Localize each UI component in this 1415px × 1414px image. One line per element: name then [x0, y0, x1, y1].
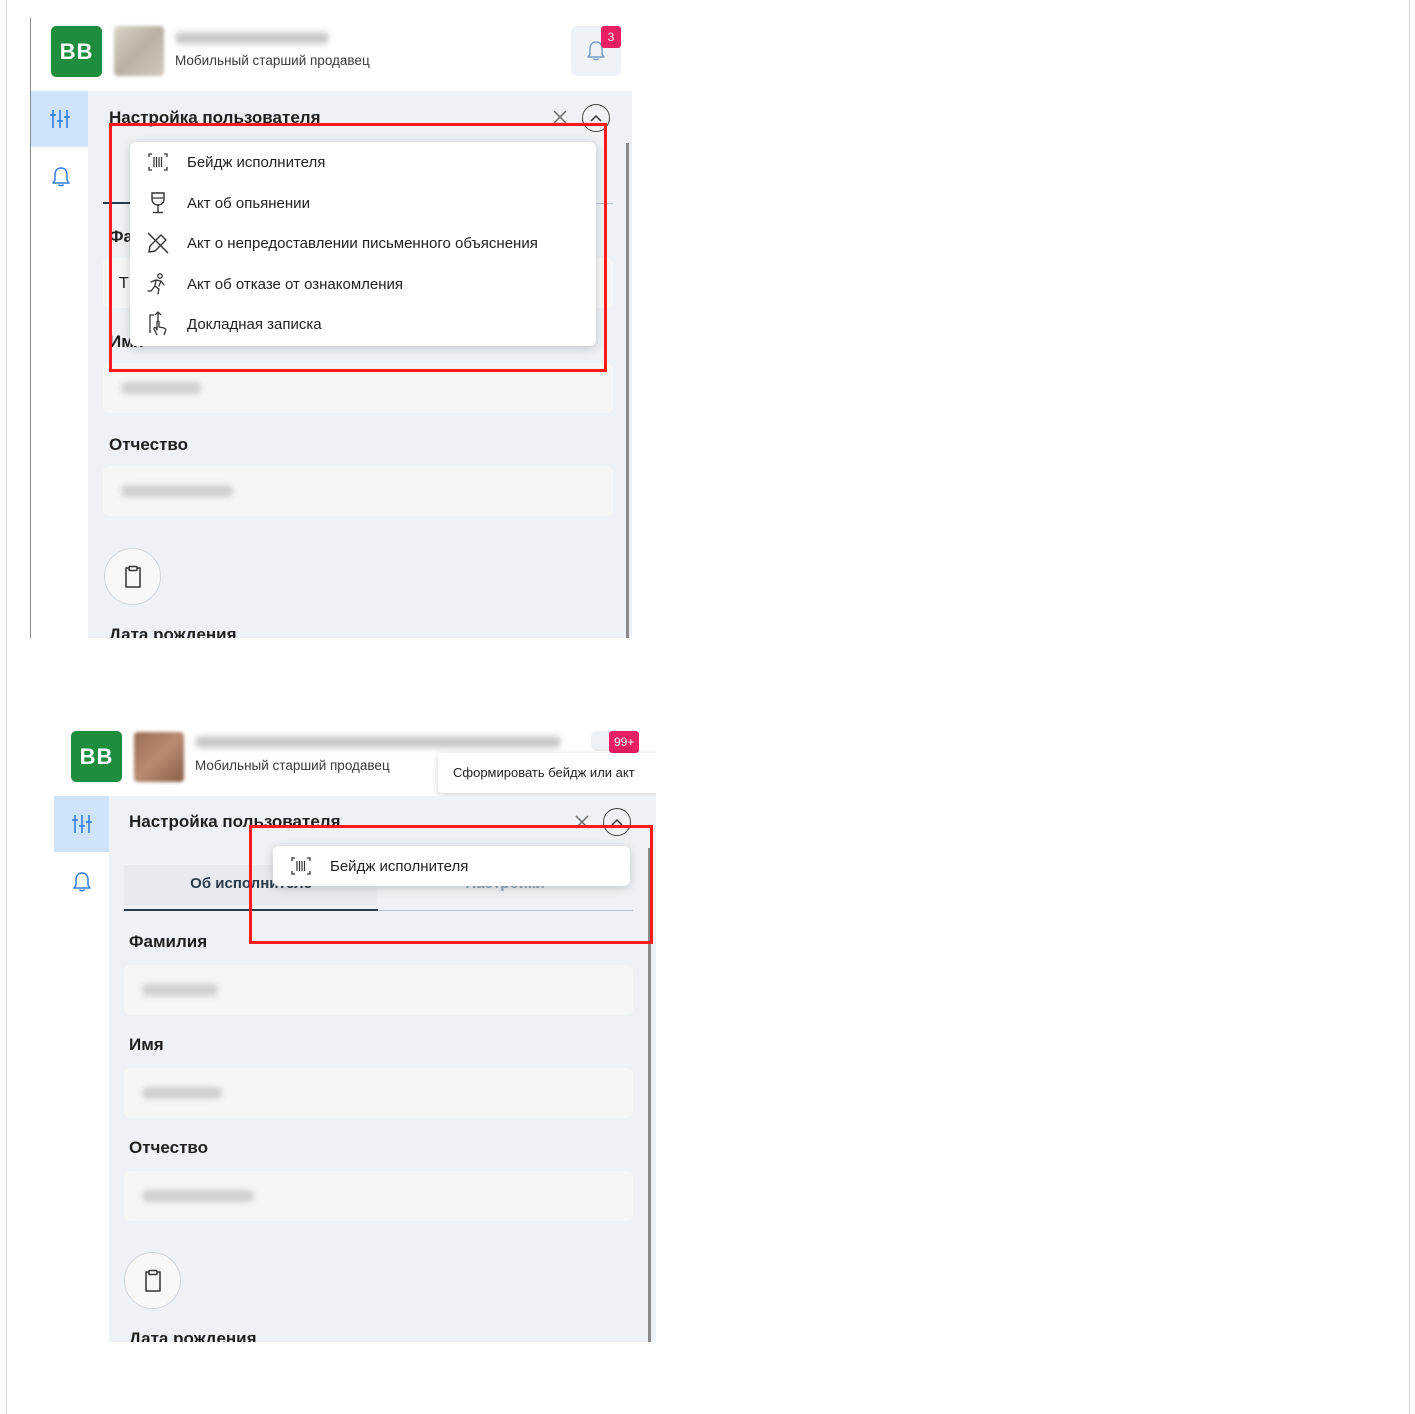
- patronymic-value-blurred: [121, 485, 233, 497]
- bell-icon: [52, 167, 70, 187]
- field-label-birthdate: Дата рождения: [129, 1329, 257, 1342]
- field-label-surname: Фамилия: [129, 932, 208, 951]
- app-logo: BB: [71, 731, 122, 782]
- field-label-patronymic: Отчество: [109, 435, 189, 454]
- notification-badge: 3: [601, 26, 621, 48]
- actions-tooltip: Сформировать бейдж или акт: [438, 753, 656, 793]
- sliders-icon: [49, 110, 70, 128]
- field-label-patronymic: Отчество: [129, 1138, 209, 1157]
- user-role: Мобильный старший продавец: [195, 758, 390, 773]
- highlight-box-top: [109, 123, 607, 372]
- notification-badge: 99+: [609, 731, 640, 753]
- app-logo: BB: [51, 26, 102, 77]
- bell-icon: [73, 872, 91, 892]
- user-name-blurred: [195, 736, 561, 748]
- highlight-box-bottom: [249, 825, 653, 944]
- sidebar-item-notifications[interactable]: [70, 870, 94, 894]
- sidebar-item-settings[interactable]: [31, 91, 88, 147]
- sliders-icon: [71, 815, 92, 833]
- scrollbar[interactable]: [626, 143, 629, 638]
- frame-border-left: [6, 0, 7, 1414]
- name-value-blurred: [121, 382, 201, 394]
- avatar: [114, 26, 164, 76]
- screenshot-bottom: BB Мобильный старший продавец 99+ Сформи…: [52, 728, 656, 1342]
- sidebar-item-settings[interactable]: [54, 796, 109, 852]
- user-role: Мобильный старший продавец: [175, 53, 370, 68]
- name-value-blurred: [142, 1087, 222, 1099]
- field-label-birthdate: Дата рождения: [109, 625, 237, 638]
- sidebar-item-notifications[interactable]: [49, 165, 73, 189]
- clipboard-icon: [124, 565, 141, 588]
- field-label-name: Имя: [129, 1035, 164, 1054]
- clipboard-button[interactable]: [124, 1252, 181, 1309]
- clipboard-icon: [144, 1269, 161, 1292]
- user-name-blurred: [175, 32, 329, 44]
- patronymic-value-blurred: [142, 1190, 254, 1202]
- clipboard-button[interactable]: [104, 548, 161, 605]
- avatar: [134, 732, 184, 782]
- surname-value-blurred: [142, 984, 218, 996]
- chevron-up-icon: [590, 114, 602, 122]
- frame-border-right: [1409, 0, 1410, 1414]
